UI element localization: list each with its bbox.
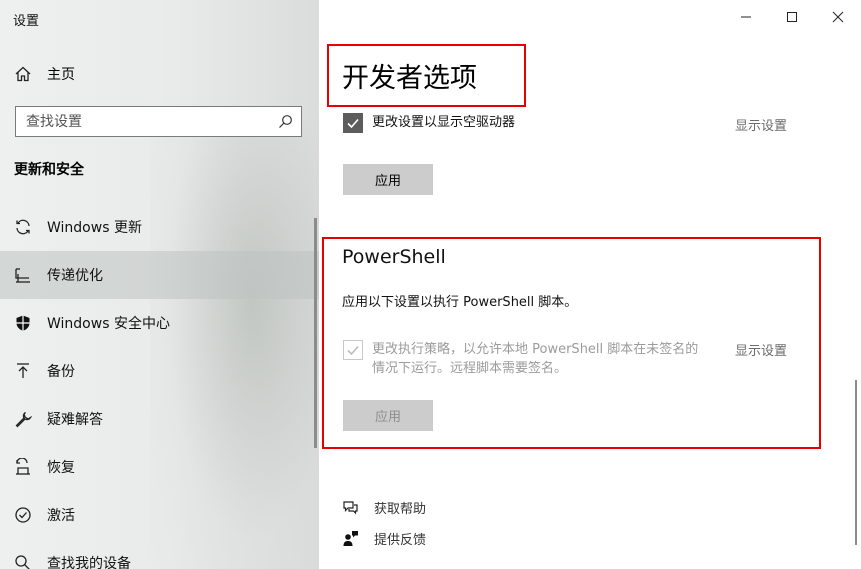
- recovery-icon: [14, 458, 32, 476]
- execution-policy-checkbox[interactable]: [343, 340, 363, 360]
- execution-policy-label: 更改执行策略，以允许本地 PowerShell 脚本在未签名的 情况下运行。远程…: [372, 340, 698, 378]
- backup-arrow-icon: [14, 362, 32, 380]
- home-nav-item[interactable]: 主页: [14, 64, 75, 84]
- execution-policy-label-line1: 更改执行策略，以允许本地 PowerShell 脚本在未签名的: [372, 342, 699, 357]
- close-button[interactable]: [815, 0, 861, 34]
- powershell-description: 应用以下设置以执行 PowerShell 脚本。: [342, 295, 578, 310]
- sidebar-item-find-my-device[interactable]: 查找我的设备: [0, 539, 319, 569]
- sidebar-item-label: 激活: [47, 508, 75, 524]
- sidebar-item-label: Windows 安全中心: [47, 316, 170, 332]
- delivery-optimization-icon: [14, 266, 32, 284]
- search-box[interactable]: [15, 106, 302, 137]
- empty-drives-label: 更改设置以显示空驱动器: [372, 115, 516, 130]
- minimize-button[interactable]: [723, 0, 769, 34]
- feedback-label: 提供反馈: [374, 533, 427, 548]
- apply-button[interactable]: 应用: [343, 164, 433, 195]
- explorer-setting-row: 更改设置以显示空驱动器: [343, 113, 515, 133]
- feedback-link[interactable]: 提供反馈: [342, 529, 426, 548]
- sidebar-item-recovery[interactable]: 恢复: [0, 443, 319, 491]
- checkmark-icon: [347, 118, 359, 129]
- window-controls: [723, 0, 861, 34]
- sync-icon: [14, 218, 32, 236]
- empty-drives-checkbox[interactable]: [343, 113, 363, 133]
- checkmark-icon: [347, 345, 359, 356]
- find-device-icon: [14, 554, 32, 569]
- sidebar-nav: Windows 更新 传递优化 Windows 安全中心 备份 疑难解答 恢复 …: [0, 203, 319, 569]
- search-input[interactable]: [16, 107, 256, 136]
- get-help-label: 获取帮助: [374, 502, 427, 517]
- powershell-title: PowerShell: [342, 246, 446, 268]
- minimize-icon: [741, 16, 751, 18]
- wrench-icon: [14, 410, 32, 428]
- sidebar: 设置 主页 更新和安全 Windows 更新: [0, 0, 319, 569]
- close-icon: [832, 11, 844, 23]
- powershell-show-settings-link[interactable]: 显示设置: [735, 340, 787, 359]
- get-help-link[interactable]: 获取帮助: [342, 498, 426, 517]
- maximize-icon: [787, 12, 797, 22]
- sidebar-item-delivery-optimization[interactable]: 传递优化: [0, 251, 319, 299]
- main-content: 开发者选项 更改设置以显示空驱动器 显示设置 应用 PowerShell 应用以…: [319, 0, 861, 569]
- show-settings-link[interactable]: 显示设置: [735, 115, 787, 134]
- search-icon[interactable]: [278, 114, 293, 129]
- sidebar-item-label: Windows 更新: [47, 220, 142, 236]
- maximize-button[interactable]: [769, 0, 815, 34]
- chat-help-icon: [343, 501, 358, 515]
- powershell-apply-button[interactable]: 应用: [343, 400, 433, 431]
- home-label: 主页: [47, 67, 75, 83]
- sidebar-item-activation[interactable]: 激活: [0, 491, 319, 539]
- sidebar-item-windows-security[interactable]: Windows 安全中心: [0, 299, 319, 347]
- page-title: 开发者选项: [342, 63, 477, 94]
- app-title: 设置: [13, 14, 40, 29]
- section-title: 更新和安全: [14, 162, 84, 178]
- sidebar-item-label: 恢复: [47, 460, 75, 476]
- sidebar-item-label: 查找我的设备: [47, 556, 131, 569]
- shield-icon: [14, 314, 32, 332]
- check-circle-icon: [14, 506, 32, 524]
- execution-policy-label-line2: 情况下运行。远程脚本需要签名。: [372, 361, 568, 376]
- sidebar-item-label: 传递优化: [47, 268, 103, 284]
- sidebar-item-label: 疑难解答: [47, 412, 103, 428]
- home-icon: [15, 66, 31, 82]
- sidebar-item-troubleshoot[interactable]: 疑难解答: [0, 395, 319, 443]
- execution-policy-row: 更改执行策略，以允许本地 PowerShell 脚本在未签名的 情况下运行。远程…: [343, 340, 698, 378]
- sidebar-item-backup[interactable]: 备份: [0, 347, 319, 395]
- feedback-person-icon: [343, 531, 358, 546]
- sidebar-scrollbar[interactable]: [314, 218, 317, 448]
- main-scrollbar[interactable]: [855, 380, 857, 545]
- sidebar-item-windows-update[interactable]: Windows 更新: [0, 203, 319, 251]
- sidebar-item-label: 备份: [47, 364, 75, 380]
